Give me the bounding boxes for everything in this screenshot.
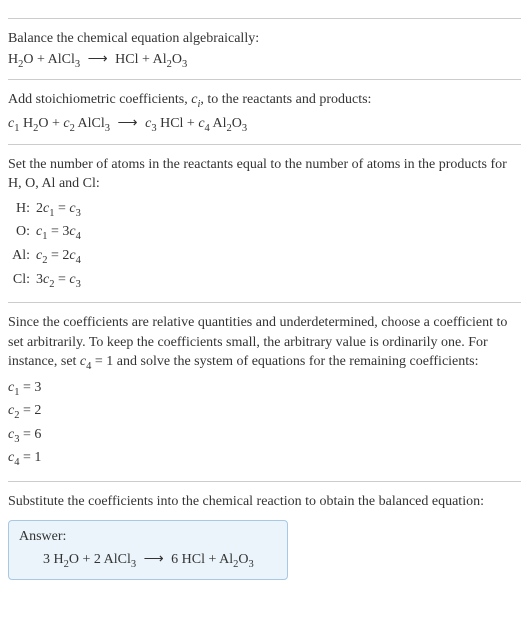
- arrow-icon: ⟶: [144, 551, 164, 568]
- eq-part: H: [19, 116, 33, 131]
- val: = 2: [19, 403, 41, 418]
- eq-part: O: [172, 52, 182, 67]
- balanced-equation: 3 H2O + 2 AlCl3 ⟶ 6 HCl + Al2O3: [19, 551, 277, 570]
- atom-label: H:: [8, 198, 36, 222]
- eq-part: HCl +: [157, 116, 199, 131]
- coef: 2: [36, 201, 43, 216]
- eq-part: 6 HCl + Al: [171, 552, 233, 567]
- eq-sub: 3: [249, 558, 254, 569]
- eq-text: =: [54, 201, 69, 216]
- eq-part: O + 2 AlCl: [69, 552, 131, 567]
- val: = 1: [19, 450, 41, 465]
- text: , to the reactants and products:: [200, 92, 371, 107]
- arrow-icon: ⟶: [118, 115, 138, 132]
- arrow-icon: ⟶: [88, 51, 108, 68]
- atom-eq: 2c1 = c3: [36, 198, 521, 222]
- val: = 3: [19, 380, 41, 395]
- atom-row-cl: Cl: 3c2 = c3: [8, 269, 521, 293]
- eq-part: 3 H: [43, 552, 64, 567]
- var-sub: 4: [76, 255, 81, 266]
- answer-label: Answer:: [19, 529, 277, 545]
- section-problem: Balance the chemical equation algebraica…: [8, 18, 521, 69]
- atom-eq: c1 = 3c4: [36, 221, 521, 245]
- eq-part: H: [8, 52, 18, 67]
- coef-list: c1 = 3 c2 = 2 c3 = 6 c4 = 1: [8, 377, 521, 471]
- problem-title: Balance the chemical equation algebraica…: [8, 29, 521, 49]
- text: Add stoichiometric coefficients,: [8, 92, 191, 107]
- coef-line: c3 = 6: [8, 424, 521, 448]
- eq-part: O +: [38, 116, 63, 131]
- atom-eq: 3c2 = c3: [36, 269, 521, 293]
- atom-row-al: Al: c2 = 2c4: [8, 245, 521, 269]
- var-sub: 4: [76, 231, 81, 242]
- atom-label: Cl:: [8, 269, 36, 293]
- eq-sub: 3: [131, 558, 136, 569]
- var-sub: 3: [76, 208, 81, 219]
- eq-part: Al: [210, 116, 227, 131]
- section-atom-equations: Set the number of atoms in the reactants…: [8, 144, 521, 292]
- section-answer: Substitute the coefficients into the che…: [8, 481, 521, 580]
- answer-box: Answer: 3 H2O + 2 AlCl3 ⟶ 6 HCl + Al2O3: [8, 520, 288, 581]
- atom-eq: c2 = 2c4: [36, 245, 521, 269]
- coef-line: c1 = 3: [8, 377, 521, 401]
- eq-text: =: [54, 272, 69, 287]
- section-solve: Since the coefficients are relative quan…: [8, 302, 521, 471]
- eq-text: = 3: [47, 224, 69, 239]
- unbalanced-equation: H2O + AlCl3 ⟶ HCl + Al2O3: [8, 51, 521, 70]
- text: = 1 and solve the system of equations fo…: [91, 354, 478, 369]
- atom-row-o: O: c1 = 3c4: [8, 221, 521, 245]
- atom-table: H: 2c1 = c3 O: c1 = 3c4 Al: c2 = 2c4 Cl:…: [8, 198, 521, 292]
- eq-part: O: [238, 552, 248, 567]
- coef-line: c2 = 2: [8, 400, 521, 424]
- atom-label: O:: [8, 221, 36, 245]
- eq-sub: 3: [75, 58, 80, 69]
- eq-part: O: [232, 116, 242, 131]
- stoich-intro: Add stoichiometric coefficients, ci, to …: [8, 90, 521, 112]
- section-stoichiometric: Add stoichiometric coefficients, ci, to …: [8, 79, 521, 133]
- atom-label: Al:: [8, 245, 36, 269]
- eq-text: = 2: [47, 248, 69, 263]
- coef: 3: [36, 272, 43, 287]
- eq-part: AlCl: [75, 116, 105, 131]
- eq-sub: 3: [105, 123, 110, 134]
- atom-row-h: H: 2c1 = c3: [8, 198, 521, 222]
- atom-intro: Set the number of atoms in the reactants…: [8, 155, 521, 194]
- val: = 6: [19, 427, 41, 442]
- coef-equation: c1 H2O + c2 AlCl3 ⟶ c3 HCl + c4 Al2O3: [8, 115, 521, 134]
- eq-sub: 3: [242, 123, 247, 134]
- solve-intro: Since the coefficients are relative quan…: [8, 313, 521, 375]
- coef-line: c4 = 1: [8, 447, 521, 471]
- answer-intro: Substitute the coefficients into the che…: [8, 492, 521, 512]
- eq-sub: 3: [182, 58, 187, 69]
- var-sub: 3: [76, 278, 81, 289]
- eq-part: O + AlCl: [23, 52, 74, 67]
- eq-part: HCl + Al: [115, 52, 166, 67]
